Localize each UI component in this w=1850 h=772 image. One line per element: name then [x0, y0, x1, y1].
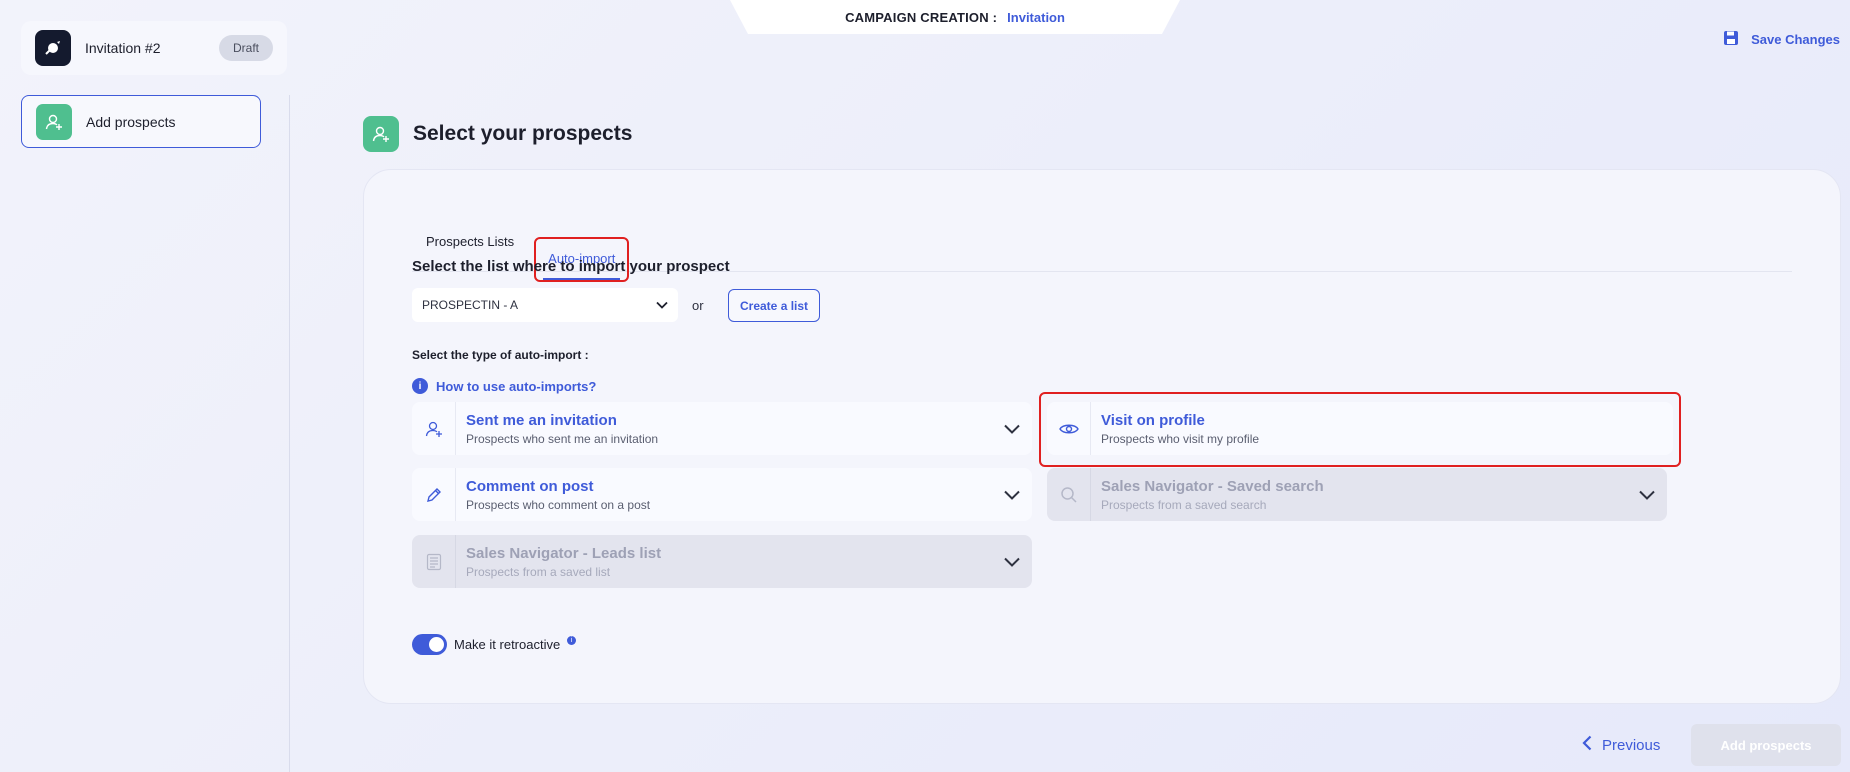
page-title: Select your prospects: [413, 122, 633, 145]
search-icon: [1047, 468, 1091, 521]
add-user-icon: [36, 103, 72, 140]
retroactive-row: Make it retroactive i: [412, 634, 577, 655]
option-title: Comment on post: [466, 477, 594, 495]
option-subtitle: Prospects who sent me an invitation: [466, 431, 659, 446]
option-subtitle: Prospects from a saved list: [466, 564, 611, 579]
retroactive-label: Make it retroactive: [454, 637, 561, 652]
rocket-icon: [35, 30, 71, 66]
chevron-down-icon[interactable]: [1627, 490, 1667, 500]
previous-button[interactable]: Previous: [1582, 735, 1660, 755]
campaign-card: Invitation #2 Draft: [21, 21, 287, 75]
header-label: CAMPAIGN CREATION :: [845, 9, 998, 25]
header-value: Invitation: [1007, 9, 1065, 25]
previous-label: Previous: [1602, 736, 1661, 754]
retroactive-toggle[interactable]: [412, 634, 447, 655]
info-icon: i: [412, 378, 428, 394]
campaign-title: Invitation #2: [85, 40, 161, 56]
chevron-down-icon[interactable]: [992, 424, 1032, 434]
chevron-left-icon: [1582, 735, 1592, 755]
section-header: Select your prospects: [363, 116, 632, 152]
option-title: Sales Navigator - Saved search: [1101, 477, 1324, 495]
sidebar-item-add-prospects[interactable]: Add prospects: [21, 95, 261, 148]
prospects-card: Prospects Lists Auto-import Select the l…: [363, 169, 1841, 704]
option-title: Sales Navigator - Leads list: [466, 544, 662, 562]
pencil-icon: [412, 468, 456, 521]
chevron-down-icon[interactable]: [992, 557, 1032, 567]
option-comment-post[interactable]: Comment on post Prospects who comment on…: [412, 468, 1032, 521]
list-select[interactable]: PROSPECTIN - A: [412, 288, 678, 322]
option-subtitle: Prospects from a saved search: [1101, 497, 1267, 512]
save-icon: [1723, 30, 1739, 49]
option-leads-list[interactable]: Sales Navigator - Leads list Prospects f…: [412, 535, 1032, 588]
save-changes-button[interactable]: Save Changes: [1723, 30, 1840, 49]
add-prospects-button[interactable]: Add prospects: [1691, 724, 1841, 766]
add-user-icon: [412, 402, 456, 455]
option-title: Sent me an invitation: [466, 411, 617, 429]
campaign-header: CAMPAIGN CREATION : Invitation: [730, 0, 1180, 34]
create-list-button[interactable]: Create a list: [728, 289, 821, 322]
help-link-label: How to use auto-imports?: [436, 378, 597, 394]
list-select-value: PROSPECTIN - A: [422, 298, 519, 312]
sidebar-divider: [289, 95, 290, 772]
chevron-down-icon: [656, 298, 668, 312]
add-user-icon: [363, 116, 399, 152]
help-link[interactable]: i How to use auto-imports?: [412, 378, 596, 394]
option-sent-invitation[interactable]: Sent me an invitation Prospects who sent…: [412, 402, 1032, 455]
list-icon: [412, 535, 456, 588]
or-text: or: [692, 298, 704, 313]
info-icon[interactable]: i: [567, 636, 577, 645]
save-changes-label: Save Changes: [1751, 32, 1840, 47]
chevron-down-icon[interactable]: [992, 490, 1032, 500]
auto-import-type-label: Select the type of auto-import :: [412, 348, 589, 362]
option-subtitle: Prospects who comment on a post: [466, 497, 651, 512]
status-badge: Draft: [218, 35, 273, 61]
sidebar-item-label: Add prospects: [86, 113, 176, 130]
list-select-label: Select the list where to import your pro…: [412, 258, 730, 275]
visit-profile-highlight: [1039, 392, 1681, 467]
option-saved-search[interactable]: Sales Navigator - Saved search Prospects…: [1047, 468, 1667, 521]
